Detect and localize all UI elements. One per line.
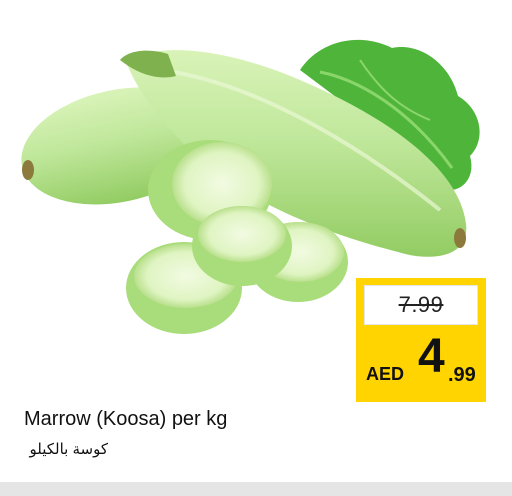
bottom-divider bbox=[0, 482, 512, 496]
old-price: 7.99 bbox=[398, 292, 444, 317]
product-name-english: Marrow (Koosa) per kg bbox=[24, 408, 228, 430]
currency-label: AED bbox=[366, 364, 405, 384]
product-name-arabic: كوسة بالكيلو bbox=[29, 441, 108, 458]
old-price-box: 7.99 bbox=[364, 285, 478, 325]
new-price-integer: 4 bbox=[418, 330, 445, 383]
price-badge: 7.99 AED 4 .99 bbox=[356, 278, 486, 402]
zucchini-slice-4 bbox=[192, 206, 292, 286]
product-card[interactable]: 7.99 AED 4 .99 Marrow (Koosa) per kg كوس… bbox=[0, 0, 512, 496]
new-price-decimal: .99 bbox=[448, 364, 476, 386]
